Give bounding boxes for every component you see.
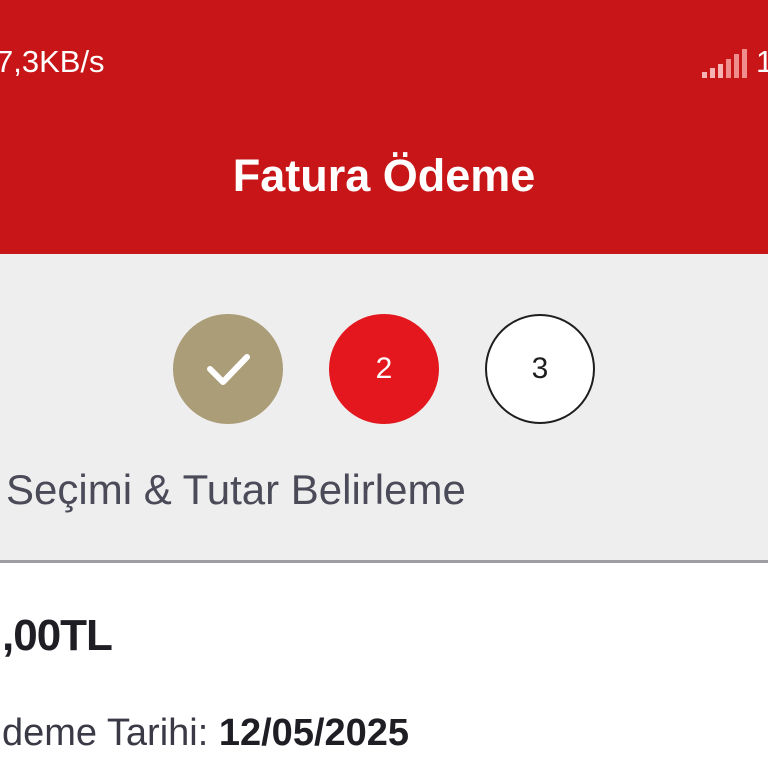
step-2-active[interactable]: 2 <box>329 314 439 424</box>
due-date-row: deme Tarihi: 12/05/2025 <box>2 709 409 757</box>
payment-amount: ,00TL <box>2 611 113 660</box>
screen: 7,3KB/s 1 Fatura Ödeme 2 3 Seçimi & Tuta… <box>0 0 768 768</box>
signal-bars-icon <box>702 49 747 78</box>
due-date-label: deme Tarihi: <box>2 712 209 754</box>
step-3-pending[interactable]: 3 <box>485 314 595 424</box>
network-speed: 7,3KB/s <box>0 44 105 79</box>
step-2-number: 2 <box>375 352 393 385</box>
payment-details: ,00TL deme Tarihi: 12/05/2025 <box>0 563 768 768</box>
check-icon <box>207 354 250 385</box>
page-title: Fatura Ödeme <box>232 150 536 201</box>
current-step-label: Seçimi & Tutar Belirleme <box>6 466 466 513</box>
due-date-value: 12/05/2025 <box>218 712 410 754</box>
step-1-completed[interactable] <box>173 314 283 424</box>
step-3-number: 3 <box>531 352 549 385</box>
stepper: 2 3 Seçimi & Tutar Belirleme <box>0 254 768 563</box>
header-bar: 7,3KB/s 1 Fatura Ödeme <box>0 0 768 254</box>
status-edge-text: 1 <box>756 44 768 79</box>
